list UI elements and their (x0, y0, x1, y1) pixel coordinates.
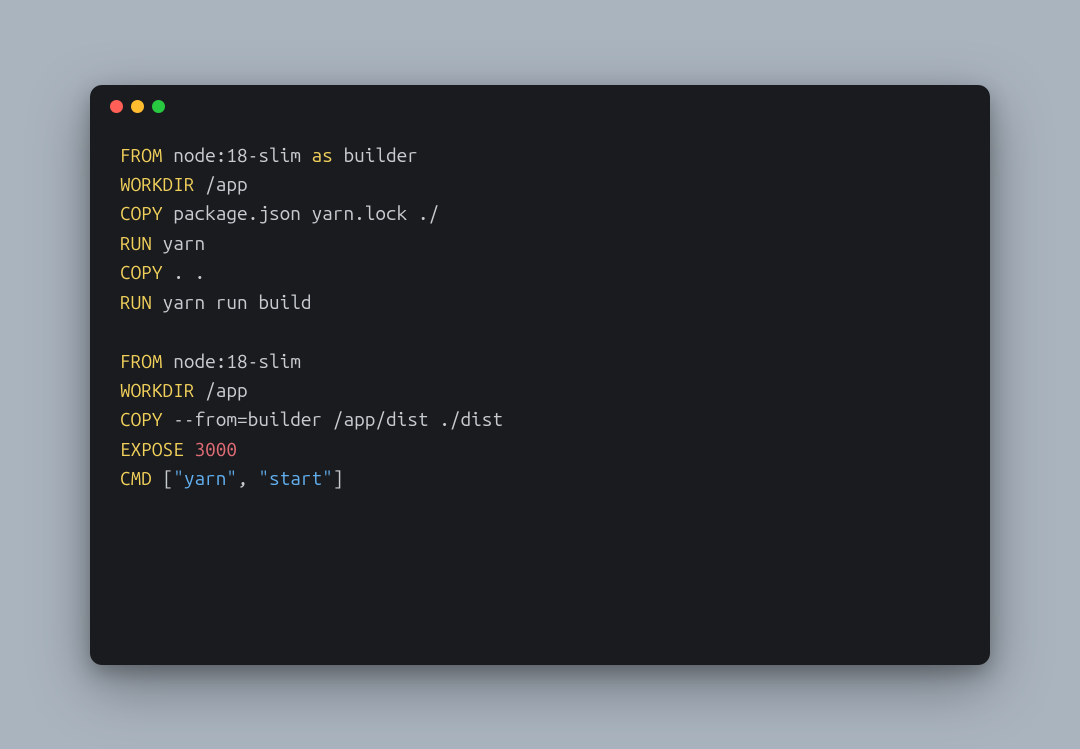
code-line: FROM node:18-slim as builder (120, 141, 960, 170)
code-token: package.json yarn.lock ./ (163, 202, 440, 224)
minimize-icon[interactable] (131, 100, 144, 113)
code-token: CMD (120, 467, 152, 489)
code-token: COPY (120, 202, 163, 224)
close-icon[interactable] (110, 100, 123, 113)
code-token (184, 438, 195, 460)
code-line: FROM node:18-slim (120, 347, 960, 376)
code-token: /app (194, 379, 247, 401)
code-line: RUN yarn (120, 229, 960, 258)
code-token: --from=builder /app/dist ./dist (163, 408, 503, 430)
code-line: COPY --from=builder /app/dist ./dist (120, 405, 960, 434)
code-token: 3000 (194, 438, 237, 460)
code-line: COPY . . (120, 258, 960, 287)
code-line (120, 317, 960, 346)
code-line: WORKDIR /app (120, 170, 960, 199)
code-token: WORKDIR (120, 173, 194, 195)
code-token: node:18-slim (163, 144, 312, 166)
code-token: EXPOSE (120, 438, 184, 460)
code-token: FROM (120, 144, 163, 166)
code-token: node:18-slim (163, 350, 301, 372)
code-token: yarn run build (152, 291, 312, 313)
code-token: WORKDIR (120, 379, 194, 401)
code-token: yarn (152, 232, 205, 254)
code-line: RUN yarn run build (120, 288, 960, 317)
code-token: , (237, 467, 258, 489)
code-token: ] (333, 467, 344, 489)
code-token: /app (194, 173, 247, 195)
code-token: RUN (120, 232, 152, 254)
code-line: CMD ["yarn", "start"] (120, 464, 960, 493)
terminal-window: FROM node:18-slim as builderWORKDIR /app… (90, 85, 990, 665)
window-titlebar (90, 85, 990, 129)
maximize-icon[interactable] (152, 100, 165, 113)
code-block: FROM node:18-slim as builderWORKDIR /app… (90, 129, 990, 524)
code-token: RUN (120, 291, 152, 313)
code-token: . . (163, 261, 206, 283)
code-token: "start" (258, 467, 332, 489)
code-line: EXPOSE 3000 (120, 435, 960, 464)
code-token: [ (152, 467, 173, 489)
code-line: COPY package.json yarn.lock ./ (120, 199, 960, 228)
code-token: COPY (120, 408, 163, 430)
code-token: builder (333, 144, 418, 166)
code-token: "yarn" (173, 467, 237, 489)
code-token: COPY (120, 261, 163, 283)
code-line: WORKDIR /app (120, 376, 960, 405)
code-token: FROM (120, 350, 163, 372)
code-token: as (312, 144, 333, 166)
